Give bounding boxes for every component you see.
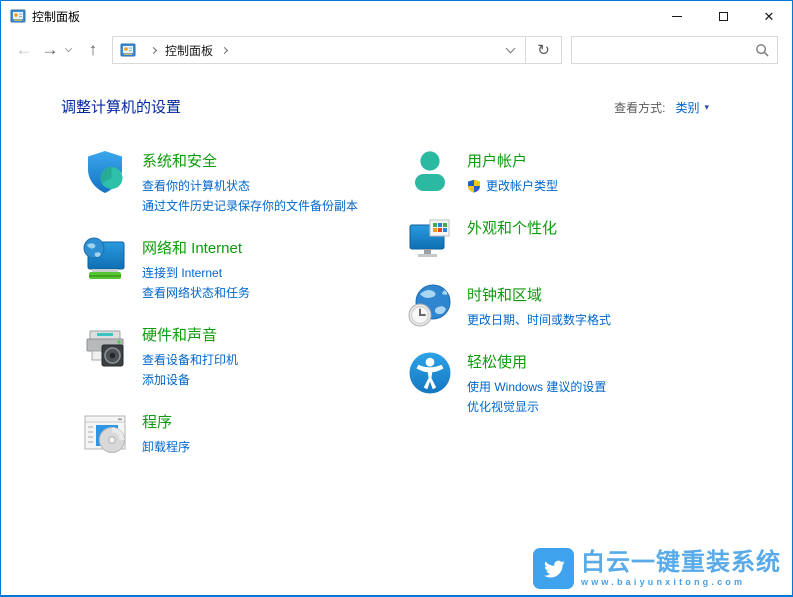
recent-locations-chevron-icon[interactable] bbox=[65, 45, 72, 52]
network-icon[interactable] bbox=[81, 235, 129, 283]
chevron-right-icon[interactable] bbox=[220, 46, 229, 54]
category-title[interactable]: 硬件和声音 bbox=[142, 324, 238, 345]
search-button[interactable] bbox=[747, 43, 777, 58]
uac-shield-icon[interactable] bbox=[467, 179, 481, 193]
control-panel-icon[interactable] bbox=[120, 42, 136, 58]
security-shield-icon[interactable] bbox=[81, 148, 129, 196]
category-task-link-label: 优化视觉显示 bbox=[467, 400, 540, 414]
watermark-logo: 白云一键重装系统 www.baiyunxitong.com bbox=[533, 548, 781, 589]
breadcrumb: 控制面板 bbox=[113, 42, 495, 59]
category-column-right: 用户帐户更改帐户类型外观和个性化时钟和区域更改日期、时间或数字格式轻松使用使用 … bbox=[406, 148, 792, 476]
category-task-link[interactable]: 使用 Windows 建议的设置 bbox=[467, 377, 606, 397]
category-title[interactable]: 轻松使用 bbox=[467, 351, 606, 372]
category-task-link-label: 查看你的计算机状态 bbox=[142, 179, 251, 193]
view-by-value-link[interactable]: 类别 bbox=[675, 99, 699, 116]
category-task-link-label: 查看网络状态和任务 bbox=[142, 286, 251, 300]
up-button[interactable]: ↑ bbox=[80, 40, 106, 60]
category-item: 时钟和区域更改日期、时间或数字格式 bbox=[406, 282, 792, 330]
view-by-label: 查看方式: bbox=[614, 101, 666, 115]
maximize-icon bbox=[718, 11, 728, 21]
close-button[interactable]: ✕ bbox=[746, 1, 792, 31]
category-item: 程序 卸载程序 bbox=[81, 409, 406, 457]
forward-arrow-icon: → bbox=[41, 40, 59, 59]
category-title[interactable]: 用户帐户 bbox=[467, 150, 558, 171]
content-area: 调整计算机的设置 查看方式: 类别 ▾ 系统和安全查看你的计算机状态通过文件历史… bbox=[1, 69, 792, 476]
category-title[interactable]: 外观和个性化 bbox=[467, 217, 557, 238]
category-task-link-label: 卸载程序 bbox=[142, 440, 191, 454]
category-title[interactable]: 网络和 Internet bbox=[142, 237, 250, 258]
chevron-down-icon bbox=[505, 43, 515, 54]
control-panel-window: 控制面板 ✕ ← → ↑ 控制面板 ↻ 调整计算机的设置 查看方式: 类别 ▾ … bbox=[0, 0, 793, 597]
page-title: 调整计算机的设置 bbox=[61, 99, 182, 116]
category-task-link[interactable]: 更改日期、时间或数字格式 bbox=[467, 310, 611, 330]
category-task-link-label: 查看设备和打印机 bbox=[142, 353, 239, 367]
address-bar[interactable]: 控制面板 ↻ bbox=[112, 36, 562, 64]
category-task-link[interactable]: 查看设备和打印机 bbox=[142, 350, 238, 370]
category-item: 系统和安全查看你的计算机状态通过文件历史记录保存你的文件备份副本 bbox=[81, 148, 406, 216]
category-task-link[interactable]: 通过文件历史记录保存你的文件备份副本 bbox=[142, 196, 358, 216]
programs-icon[interactable] bbox=[81, 409, 129, 457]
category-task-link[interactable]: 卸载程序 bbox=[142, 437, 190, 457]
category-column-left: 系统和安全查看你的计算机状态通过文件历史记录保存你的文件备份副本网络和 Inte… bbox=[81, 148, 406, 476]
address-dropdown-button[interactable] bbox=[495, 37, 525, 63]
user-accounts-icon[interactable] bbox=[406, 148, 454, 196]
chevron-right-icon[interactable] bbox=[149, 46, 158, 54]
category-item: 硬件和声音查看设备和打印机 添加设备 bbox=[81, 322, 406, 390]
minimize-icon bbox=[672, 15, 682, 17]
up-arrow-icon: ↑ bbox=[88, 40, 98, 59]
watermark-url: www.baiyunxitong.com bbox=[581, 576, 746, 587]
chevron-down-icon[interactable]: ▾ bbox=[704, 102, 709, 113]
category-grid: 系统和安全查看你的计算机状态通过文件历史记录保存你的文件备份副本网络和 Inte… bbox=[1, 148, 792, 476]
watermark-title: 白云一键重装系统 bbox=[581, 549, 781, 577]
category-item: 轻松使用使用 Windows 建议的设置 优化视觉显示 bbox=[406, 349, 792, 417]
category-item: 用户帐户更改帐户类型 bbox=[406, 148, 792, 196]
refresh-icon: ↻ bbox=[537, 42, 550, 59]
category-title[interactable]: 程序 bbox=[142, 411, 190, 432]
search-input[interactable] bbox=[572, 37, 747, 63]
appearance-icon[interactable] bbox=[406, 215, 454, 263]
hardware-sound-icon[interactable] bbox=[81, 322, 129, 370]
back-arrow-icon: ← bbox=[15, 40, 33, 59]
category-task-link[interactable]: 添加设备 bbox=[142, 370, 238, 390]
category-task-link[interactable]: 更改帐户类型 bbox=[467, 176, 558, 196]
category-task-link-label: 更改帐户类型 bbox=[486, 179, 559, 193]
category-item: 外观和个性化 bbox=[406, 215, 792, 263]
category-task-link[interactable]: 连接到 Internet bbox=[142, 263, 250, 283]
category-title[interactable]: 时钟和区域 bbox=[467, 284, 611, 305]
titlebar: 控制面板 ✕ bbox=[1, 1, 792, 31]
ease-of-access-icon[interactable] bbox=[406, 349, 454, 397]
refresh-button[interactable]: ↻ bbox=[525, 37, 561, 63]
minimize-button[interactable] bbox=[654, 1, 700, 31]
close-icon: ✕ bbox=[763, 8, 775, 24]
category-task-link-label: 连接到 Internet bbox=[142, 266, 223, 280]
category-task-link[interactable]: 优化视觉显示 bbox=[467, 397, 606, 417]
back-button[interactable]: ← bbox=[11, 40, 37, 60]
breadcrumb-item-control-panel[interactable]: 控制面板 bbox=[165, 42, 213, 59]
view-by-control: 查看方式: 类别 ▾ bbox=[614, 99, 709, 116]
category-task-link-label: 更改日期、时间或数字格式 bbox=[467, 313, 612, 327]
category-title[interactable]: 系统和安全 bbox=[142, 150, 358, 171]
bird-icon bbox=[533, 548, 574, 589]
forward-button[interactable]: → bbox=[37, 40, 63, 60]
category-task-link-label: 使用 Windows 建议的设置 bbox=[467, 380, 607, 394]
category-task-link-label: 添加设备 bbox=[142, 373, 191, 387]
category-task-link-label: 通过文件历史记录保存你的文件备份副本 bbox=[142, 199, 359, 213]
maximize-button[interactable] bbox=[700, 1, 746, 31]
category-item: 网络和 Internet 连接到 Internet 查看网络状态和任务 bbox=[81, 235, 406, 303]
control-panel-icon bbox=[10, 8, 26, 24]
navigation-toolbar: ← → ↑ 控制面板 ↻ bbox=[1, 31, 792, 69]
category-task-link[interactable]: 查看你的计算机状态 bbox=[142, 176, 358, 196]
window-title: 控制面板 bbox=[32, 9, 81, 24]
search-icon bbox=[755, 43, 770, 58]
clock-region-icon[interactable] bbox=[406, 282, 454, 330]
search-box bbox=[571, 36, 778, 64]
category-task-link[interactable]: 查看网络状态和任务 bbox=[142, 283, 250, 303]
